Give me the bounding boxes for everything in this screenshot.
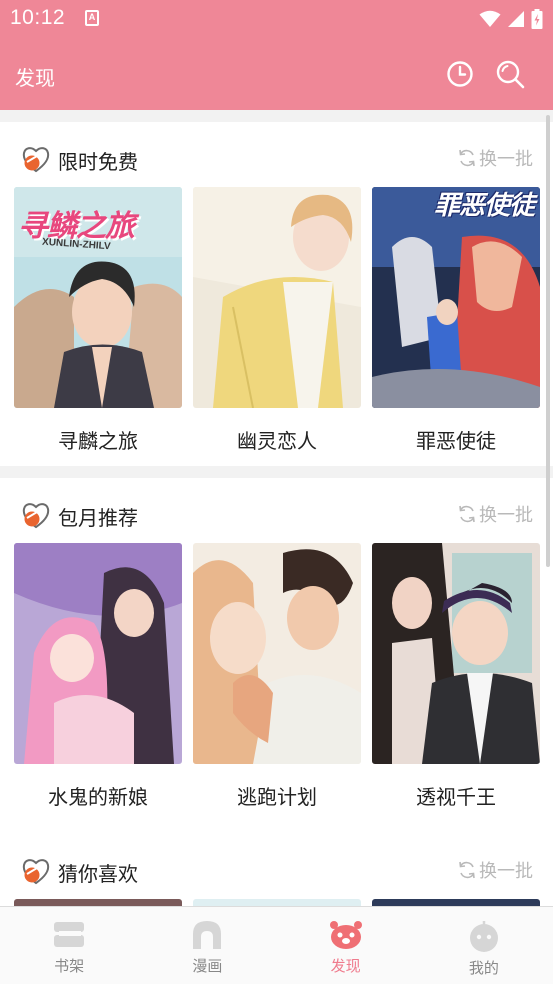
battery-icon — [531, 9, 543, 29]
section-guess-you-like: 猜你喜欢 换一批 — [0, 834, 553, 906]
section-heart-icon — [22, 147, 50, 173]
comic-card[interactable]: 水鬼的新娘 — [14, 543, 182, 810]
comic-title: 寻麟之旅 — [58, 429, 138, 453]
bottom-tab-bar: 书架 漫画 发现 我的 — [0, 906, 553, 984]
comic-cover[interactable] — [193, 899, 361, 906]
wifi-icon — [479, 10, 501, 27]
comic-title: 逃跑计划 — [237, 785, 317, 809]
refresh-button[interactable]: 换一批 — [457, 145, 533, 171]
refresh-icon — [459, 505, 475, 523]
tab-profile[interactable]: 我的 — [415, 907, 553, 984]
tab-discover[interactable]: 发现 — [277, 907, 415, 984]
section-header: 限时免费 换一批 — [0, 122, 553, 192]
comic-cover — [193, 187, 361, 408]
comic-card[interactable]: 透视千王 — [372, 543, 540, 810]
tab-label: 发现 — [330, 957, 361, 975]
profile-icon — [469, 921, 498, 952]
tab-bookshelf[interactable]: 书架 — [0, 907, 138, 984]
comic-cover — [14, 543, 182, 764]
comic-title: 罪恶使徒 — [416, 429, 496, 453]
comic-cover — [193, 543, 361, 764]
section-header: 猜你喜欢 换一批 — [0, 834, 553, 904]
search-icon — [496, 60, 525, 89]
comic-title: 幽灵恋人 — [237, 429, 317, 453]
section-title: 包月推荐 — [58, 506, 138, 530]
discover-icon — [329, 921, 362, 949]
status-time: 10:12 — [10, 6, 66, 29]
section-monthly-recommend: 包月推荐 换一批 水鬼的新娘 逃跑计划 透视千王 — [0, 478, 553, 834]
refresh-label: 换一批 — [479, 149, 533, 170]
section-title: 限时免费 — [58, 150, 138, 174]
section-heart-icon — [22, 859, 50, 885]
comic-card[interactable]: 罪恶使徒 罪恶使徒 — [372, 187, 540, 454]
refresh-icon — [459, 149, 475, 167]
comic-cover[interactable] — [14, 899, 182, 906]
tab-label: 漫画 — [192, 957, 223, 975]
scrollbar[interactable] — [546, 115, 550, 567]
comic-card[interactable]: 寻鳞之旅 XUNLIN-ZHILV 寻麟之旅 — [14, 187, 182, 454]
comic-cover: 寻鳞之旅 XUNLIN-ZHILV — [14, 187, 182, 408]
page-title: 发现 — [15, 66, 55, 90]
clock-icon — [447, 61, 473, 87]
section-header: 包月推荐 换一批 — [0, 478, 553, 548]
status-icons — [479, 8, 543, 30]
tab-comics[interactable]: 漫画 — [138, 907, 276, 984]
section-heart-icon — [22, 503, 50, 529]
refresh-label: 换一批 — [479, 505, 533, 526]
comic-cover — [372, 543, 540, 764]
refresh-label: 换一批 — [479, 861, 533, 882]
comic-title: 透视千王 — [416, 785, 496, 809]
comic-cover: 罪恶使徒 — [372, 187, 540, 408]
refresh-button[interactable]: 换一批 — [457, 501, 533, 527]
notification-icon: A — [85, 10, 99, 26]
app-bar: 发现 — [0, 38, 553, 110]
signal-icon — [508, 11, 524, 27]
status-bar: 10:12 A — [0, 0, 553, 38]
section-limited-free: 限时免费 换一批 寻鳞之旅 XUNLIN-ZHILV 寻麟之旅 幽灵恋人 罪恶使… — [0, 122, 553, 466]
comic-card[interactable]: 幽灵恋人 — [193, 187, 361, 454]
comic-card[interactable]: 逃跑计划 — [193, 543, 361, 810]
comic-title: 水鬼的新娘 — [48, 785, 148, 809]
comic-icon — [193, 921, 222, 949]
section-title: 猜你喜欢 — [58, 862, 138, 886]
cover-title-art: 罪恶使徒 — [434, 191, 535, 221]
discover-feed[interactable]: 限时免费 换一批 寻鳞之旅 XUNLIN-ZHILV 寻麟之旅 幽灵恋人 罪恶使… — [0, 110, 553, 906]
refresh-icon — [459, 861, 475, 879]
refresh-button[interactable]: 换一批 — [457, 857, 533, 883]
history-button[interactable] — [444, 58, 476, 90]
tab-label: 我的 — [468, 959, 499, 977]
bookshelf-icon — [54, 922, 85, 947]
tab-label: 书架 — [54, 957, 85, 975]
comic-cover[interactable] — [372, 899, 540, 906]
search-button[interactable] — [494, 58, 526, 90]
